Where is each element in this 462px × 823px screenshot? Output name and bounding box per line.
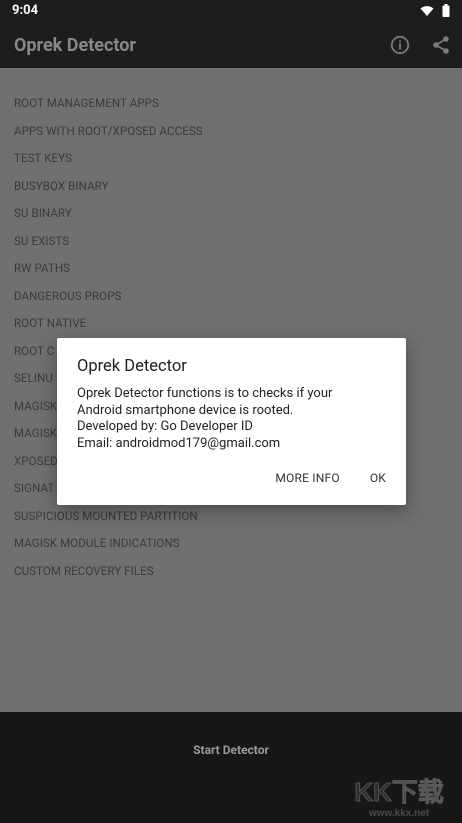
check-item: SUSPICIOUS MOUNTED PARTITION bbox=[14, 508, 198, 523]
check-item: APPS WITH ROOT/XPOSED ACCESS bbox=[14, 123, 203, 138]
app-bar: Oprek Detector bbox=[0, 22, 462, 68]
app-title: Oprek Detector bbox=[14, 35, 136, 56]
status-bar: 9:04 bbox=[0, 0, 462, 22]
dialog-message: Oprek Detector functions is to checks if… bbox=[77, 386, 377, 452]
check-item: ROOT MANAGEMENT APPS bbox=[14, 96, 159, 110]
info-button[interactable] bbox=[389, 34, 411, 56]
check-item: TEST KEYS bbox=[14, 151, 73, 165]
check-item: RW PATHS bbox=[14, 261, 71, 275]
wifi-icon bbox=[420, 5, 434, 16]
svg-text:KK下载: KK下载 bbox=[354, 777, 444, 807]
share-icon bbox=[433, 36, 449, 54]
status-time: 9:04 bbox=[12, 3, 39, 18]
check-item: CUSTOM RECOVERY FILES bbox=[14, 563, 154, 578]
check-item: SU EXISTS bbox=[14, 233, 70, 248]
ok-button[interactable]: OK bbox=[370, 471, 386, 485]
dialog-actions: MORE INFO OK bbox=[275, 471, 386, 485]
check-item: DANGEROUS PROPS bbox=[14, 288, 122, 303]
bottom-bar: Start Detector KK下载 www.kkx.net bbox=[0, 712, 462, 823]
about-dialog: Oprek Detector Oprek Detector functions … bbox=[57, 338, 406, 505]
share-button[interactable] bbox=[430, 34, 452, 56]
dialog-message-line: Android smartphone device is rooted. bbox=[77, 402, 294, 418]
check-item: SU BINARY bbox=[14, 206, 72, 220]
dialog-message-line: Developed by: Go Developer ID bbox=[77, 419, 253, 434]
check-item: BUSYBOX BINARY bbox=[14, 178, 109, 193]
status-icons bbox=[420, 4, 450, 17]
dialog-message-line: Email: androidmod179@gmail.com bbox=[77, 435, 281, 451]
watermark-logo: KK下载 www.kkx.net bbox=[354, 777, 444, 819]
check-item: MAGISK MODULE INDICATIONS bbox=[14, 536, 180, 550]
dialog-title: Oprek Detector bbox=[77, 357, 187, 376]
dialog-message-line: Oprek Detector functions is to checks if… bbox=[77, 386, 333, 401]
svg-text:www.kkx.net: www.kkx.net bbox=[368, 808, 430, 819]
more-info-button[interactable]: MORE INFO bbox=[275, 471, 339, 485]
battery-icon bbox=[442, 4, 450, 17]
info-icon bbox=[390, 35, 410, 55]
